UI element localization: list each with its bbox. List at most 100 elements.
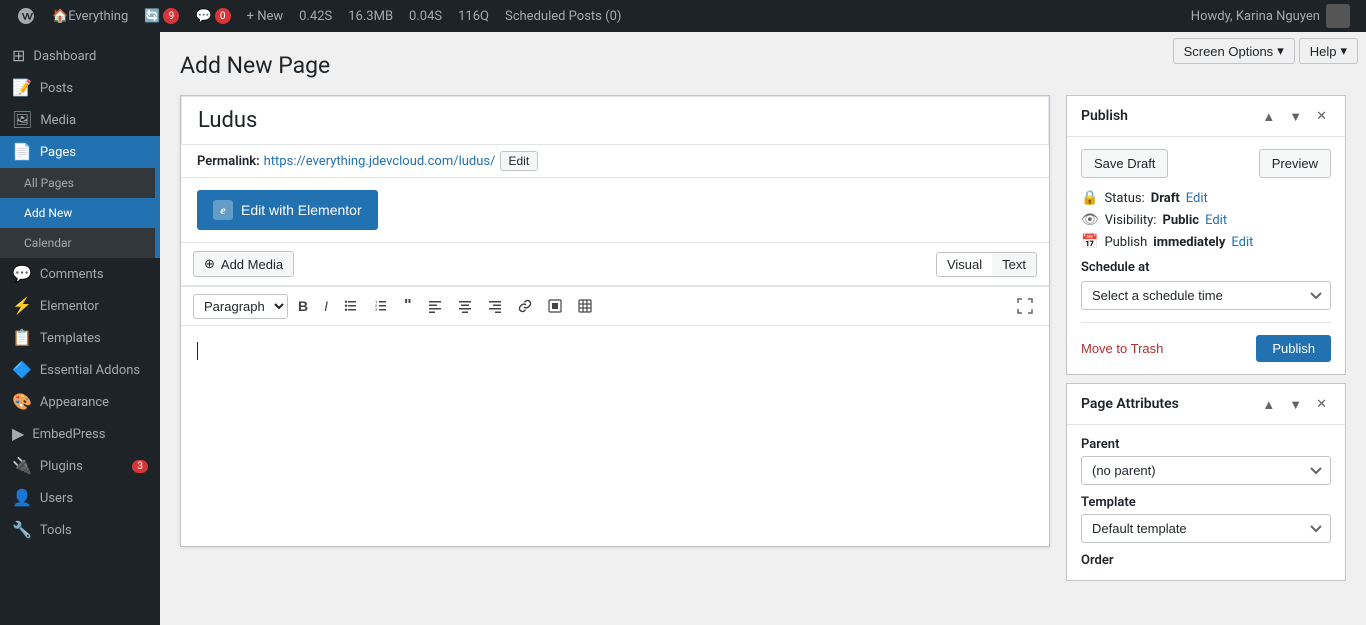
template-select[interactable]: Default template (1081, 514, 1331, 543)
ordered-list-button[interactable]: 123 (368, 295, 394, 317)
link-button[interactable] (512, 295, 538, 317)
page-attr-collapse-down-button[interactable]: ▼ (1285, 395, 1306, 414)
screen-options-button[interactable]: Screen Options ▾ (1173, 38, 1295, 64)
publish-label: Publish (1104, 235, 1147, 250)
updates-icon: 🔄 (144, 9, 160, 24)
sidebar-item-tools[interactable]: 🔧 Tools (0, 514, 160, 546)
perf1-item: 0.42S (291, 0, 340, 32)
sidebar-item-posts[interactable]: 📝 Posts (0, 72, 160, 104)
blockquote-button[interactable]: " (398, 293, 418, 319)
status-edit-link[interactable]: Edit (1186, 191, 1208, 206)
align-left-button[interactable] (422, 295, 448, 317)
publish-panel-collapse-up-button[interactable]: ▲ (1258, 107, 1279, 126)
publish-panel-close-button[interactable]: ✕ (1312, 106, 1331, 126)
pages-submenu: All Pages Add New Calendar (0, 168, 160, 258)
sidebar-item-label: Media (40, 113, 76, 128)
visibility-edit-link[interactable]: Edit (1205, 213, 1227, 228)
sidebar-item-users[interactable]: 👤 Users (0, 482, 160, 514)
essential-addons-icon: 🔷 (12, 362, 32, 378)
perf3-label: 0.04S (409, 9, 442, 24)
sidebar-item-appearance[interactable]: 🎨 Appearance (0, 386, 160, 418)
templates-icon: 📋 (12, 330, 32, 346)
align-center-button[interactable] (452, 295, 478, 317)
sidebar-item-plugins[interactable]: 🔌 Plugins 3 (0, 450, 160, 482)
visual-tab[interactable]: Visual (937, 253, 992, 276)
parent-select[interactable]: (no parent) (1081, 456, 1331, 485)
publish-button[interactable]: Publish (1256, 335, 1331, 362)
page-attr-collapse-up-button[interactable]: ▲ (1258, 395, 1279, 414)
add-media-row: ⊕ Add Media Visual Text (181, 243, 1049, 286)
page-attributes-title: Page Attributes (1081, 396, 1179, 412)
publish-visibility-row: 👁 Visibility: Public Edit (1081, 212, 1331, 228)
sidebar-item-dashboard[interactable]: ⊞ Dashboard (0, 40, 160, 72)
help-label: Help (1310, 44, 1337, 59)
schedule-label: Schedule at (1081, 260, 1331, 275)
all-pages-label: All Pages (24, 176, 74, 190)
add-media-icon: ⊕ (204, 256, 215, 272)
perf4-item: 116Q (450, 0, 497, 32)
italic-button[interactable]: I (318, 294, 334, 318)
permalink-bar: Permalink: https://everything.jdevcloud.… (181, 145, 1049, 178)
permalink-url[interactable]: https://everything.jdevcloud.com/ludus/ (264, 154, 496, 169)
screen-options-label: Screen Options (1184, 44, 1274, 59)
help-button[interactable]: Help ▾ (1299, 38, 1358, 64)
sidebar-item-embedpress[interactable]: ▶ EmbedPress (0, 418, 160, 450)
tools-icon: 🔧 (12, 522, 32, 538)
perf2-label: 16.3MB (348, 9, 393, 24)
perf2-item: 16.3MB (340, 0, 401, 32)
user-avatar (1326, 4, 1350, 28)
fullscreen-button[interactable] (1013, 294, 1037, 318)
bold-button[interactable]: B (292, 294, 314, 318)
calendar-icon: 📅 (1081, 234, 1098, 250)
move-to-trash-button[interactable]: Move to Trash (1081, 341, 1163, 356)
permalink-edit-button[interactable]: Edit (500, 151, 539, 171)
sidebar-item-label: Elementor (40, 299, 99, 314)
sidebar-item-templates[interactable]: 📋 Templates (0, 322, 160, 354)
publish-date-edit-link[interactable]: Edit (1231, 235, 1253, 250)
publish-date-row: 📅 Publish immediately Edit (1081, 234, 1331, 250)
save-draft-button[interactable]: Save Draft (1081, 149, 1168, 178)
page-title-input[interactable] (181, 96, 1049, 145)
sidebar-item-add-new[interactable]: Add New (0, 198, 160, 228)
comments-btn[interactable]: 💬 0 (187, 0, 238, 32)
unordered-list-button[interactable] (338, 295, 364, 317)
updates-btn[interactable]: 🔄 9 (136, 0, 187, 32)
embedpress-icon: ▶ (12, 426, 24, 442)
scheduled-posts-btn[interactable]: Scheduled Posts (0) (497, 0, 629, 32)
site-name-btn[interactable]: 🏠 Everything (44, 0, 136, 32)
user-greeting-btn[interactable]: Howdy, Karina Nguyen (1183, 0, 1358, 32)
sidebar-item-media[interactable]: 🖼 Media (0, 104, 160, 136)
text-tab[interactable]: Text (992, 253, 1036, 276)
editor-body[interactable] (181, 326, 1049, 546)
top-right-bar: Screen Options ▾ Help ▾ (1161, 32, 1366, 70)
align-right-button[interactable] (482, 295, 508, 317)
permalink-label: Permalink: (197, 154, 260, 169)
sidebar-item-all-pages[interactable]: All Pages (0, 168, 160, 198)
template-field-label: Template (1081, 495, 1331, 510)
add-media-label: Add Media (221, 257, 283, 272)
sidebar-item-calendar[interactable]: Calendar (0, 228, 160, 258)
sidebar-item-elementor[interactable]: ⚡ Elementor (0, 290, 160, 322)
calendar-label: Calendar (24, 236, 72, 250)
sidebar-item-label: Comments (40, 267, 104, 282)
edit-with-elementor-button[interactable]: e Edit with Elementor (197, 190, 378, 230)
preview-button[interactable]: Preview (1259, 149, 1331, 178)
user-greeting-label: Howdy, Karina Nguyen (1191, 9, 1320, 24)
add-media-button[interactable]: ⊕ Add Media (193, 251, 294, 277)
paragraph-select[interactable]: Paragraph (193, 294, 288, 319)
main-content: Screen Options ▾ Help ▾ Add New Page Per… (160, 32, 1366, 625)
insert-button[interactable] (542, 295, 568, 317)
publish-panel-collapse-down-button[interactable]: ▼ (1285, 107, 1306, 126)
site-name-label: Everything (68, 9, 128, 24)
sidebar-item-comments[interactable]: 💬 Comments (0, 258, 160, 290)
sidebar-item-pages[interactable]: 📄 Pages (0, 136, 160, 168)
new-content-btn[interactable]: + New (239, 0, 292, 32)
page-attr-close-button[interactable]: ✕ (1312, 394, 1331, 414)
sidebar-item-label: EmbedPress (32, 427, 105, 442)
publish-footer: Move to Trash Publish (1081, 322, 1331, 362)
sidebar-item-label: Templates (40, 331, 101, 346)
wp-logo-btn[interactable] (8, 0, 44, 32)
table-button[interactable] (572, 295, 598, 317)
sidebar-item-essential-addons[interactable]: 🔷 Essential Addons (0, 354, 160, 386)
schedule-select[interactable]: Select a schedule time (1081, 281, 1331, 310)
